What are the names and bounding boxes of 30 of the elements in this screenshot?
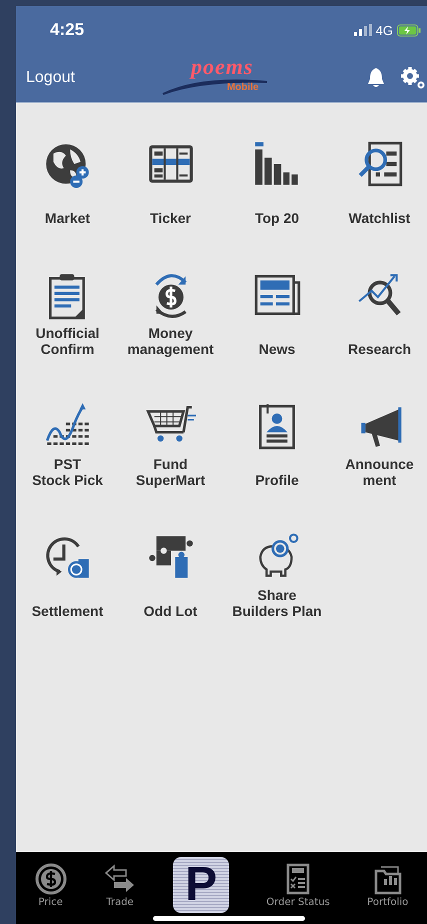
menu-item[interactable]: Profile bbox=[222, 399, 332, 530]
home-logo-button[interactable]: P bbox=[173, 857, 230, 913]
signal-icon bbox=[354, 24, 372, 36]
network-label: 4G bbox=[376, 22, 393, 38]
arrows-icon bbox=[104, 862, 136, 894]
menu-item[interactable]: Settlement bbox=[16, 530, 119, 661]
tab-item[interactable]: Order Status bbox=[266, 862, 330, 908]
menu-item[interactable]: PST Stock Pick bbox=[16, 399, 119, 530]
menu-item[interactable]: Fund SuperMart bbox=[119, 399, 222, 530]
menu-item[interactable]: Research bbox=[332, 268, 427, 399]
menu-item[interactable]: Odd Lot bbox=[119, 530, 222, 661]
logout-link[interactable]: Logout bbox=[26, 69, 75, 87]
menu-item[interactable]: Market bbox=[16, 137, 119, 268]
settings-button[interactable] bbox=[399, 66, 427, 90]
menu-item[interactable]: Ticker bbox=[119, 137, 222, 268]
tab-item[interactable]: Portfolio bbox=[367, 862, 408, 908]
menu-item[interactable]: Money management bbox=[119, 268, 222, 399]
menu-item[interactable]: Watchlist bbox=[332, 137, 427, 268]
menu-item[interactable]: Announce ment bbox=[332, 399, 427, 530]
dollar-icon bbox=[34, 862, 67, 894]
notifications-button[interactable] bbox=[367, 67, 385, 89]
tab-item[interactable]: Price bbox=[34, 862, 67, 908]
menu-item[interactable]: News bbox=[222, 268, 332, 399]
battery-icon bbox=[397, 24, 421, 36]
tab-item[interactable]: Trade bbox=[104, 862, 136, 908]
menu-item[interactable]: Share Builders Plan bbox=[222, 530, 332, 661]
app-logo: poems Mobile bbox=[160, 58, 271, 98]
status-time: 4:25 bbox=[50, 20, 84, 40]
menu-item[interactable]: Top 20 bbox=[222, 137, 332, 268]
menu-item[interactable]: Unofficial Confirm bbox=[16, 268, 119, 399]
